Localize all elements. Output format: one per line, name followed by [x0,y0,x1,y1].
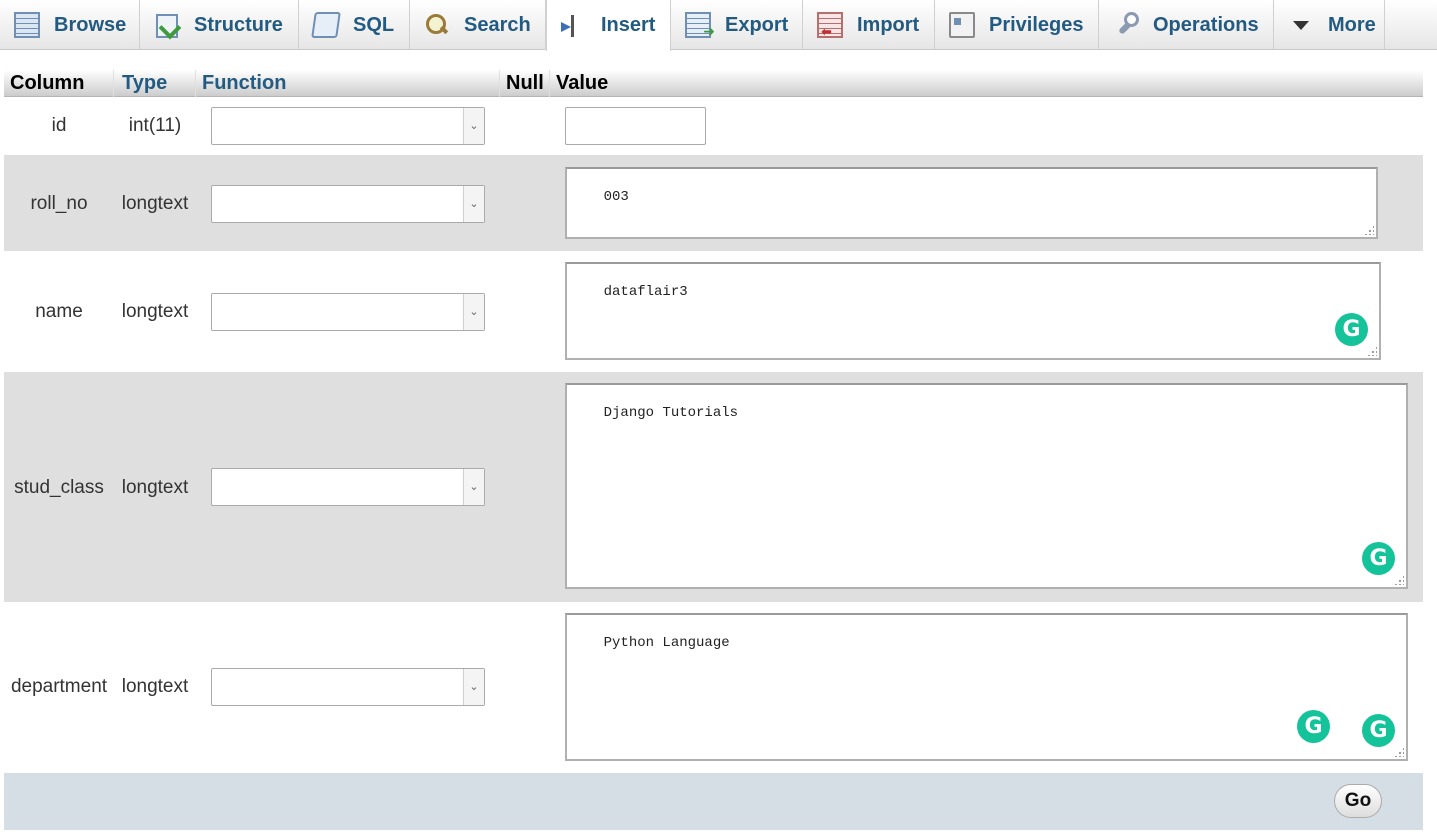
value-textarea[interactable]: Python Language G G [565,613,1408,761]
column-name: id [51,115,67,136]
browse-icon [14,12,40,38]
structure-icon [154,12,180,38]
grammarly-icon[interactable]: G [1335,313,1368,346]
go-button[interactable]: Go [1334,784,1382,818]
function-select[interactable]: ⌄ [211,468,485,506]
function-select[interactable]: ⌄ [211,293,485,331]
column-type: longtext [121,676,189,697]
tab-import-label: Import [857,13,920,36]
tab-search[interactable]: Search [410,0,546,50]
tab-insert-label: Insert [601,14,656,36]
tab-structure[interactable]: Structure [140,0,299,50]
tab-structure-label: Structure [194,13,283,36]
tab-operations[interactable]: Operations [1099,0,1274,50]
privileges-icon [949,12,975,38]
function-select[interactable]: ⌄ [211,107,485,145]
value-textarea[interactable]: dataflair3 G [565,262,1381,360]
export-icon [685,12,715,40]
value-textarea-text: dataflair3 [603,284,688,300]
table-row: department longtext ⌄ Python Language G … [4,602,1423,773]
resize-grip-icon[interactable] [1364,225,1374,235]
tab-operations-label: Operations [1153,13,1259,36]
operations-icon [1113,12,1139,38]
tab-export-label: Export [725,13,789,36]
value-textarea-text: Django Tutorials [603,405,739,421]
table-row: id int(11) ⌄ [4,97,1423,155]
import-icon [817,12,843,40]
resize-grip-icon[interactable] [1394,747,1404,757]
search-icon [424,12,450,38]
value-textarea[interactable]: 003 [565,167,1378,239]
tab-import[interactable]: Import [803,0,935,50]
column-type: longtext [121,193,189,214]
resize-grip-icon[interactable] [1367,346,1377,356]
tab-privileges[interactable]: Privileges [935,0,1099,50]
chevron-down-icon: ⌄ [463,186,484,222]
resize-grip-icon[interactable] [1394,575,1404,585]
tab-search-label: Search [464,13,531,36]
tab-sql[interactable]: SQL [299,0,410,50]
column-type: int(11) [128,115,182,136]
header-value: Value [556,72,609,94]
tab-more-label: More [1328,13,1376,36]
dropdown-arrow-icon [1288,12,1314,38]
grammarly-icon[interactable]: G [1362,542,1395,575]
column-name: name [35,301,83,322]
insert-icon [561,13,587,39]
column-name: roll_no [30,193,88,214]
table-row: roll_no longtext ⌄ 003 [4,155,1423,251]
chevron-down-icon: ⌄ [463,469,484,505]
top-menu-tabs: Browse Structure SQL Search Insert Expor… [0,0,1437,51]
grammarly-icon[interactable]: G [1297,710,1330,743]
chevron-down-icon: ⌄ [463,108,484,144]
table-row: name longtext ⌄ dataflair3 G [4,251,1423,372]
column-type: longtext [121,477,189,498]
tab-export[interactable]: Export [671,0,803,50]
tab-privileges-label: Privileges [989,13,1084,36]
function-select[interactable]: ⌄ [211,185,485,223]
header-null: Null [500,70,550,97]
column-name: department [10,676,108,697]
insert-table-header: Column Type Function Null Value [4,70,1423,97]
column-name: stud_class [14,477,104,498]
column-type: longtext [121,301,189,322]
value-textarea-text: Python Language [603,635,730,651]
value-textarea-text: 003 [603,189,629,205]
sql-icon [311,12,341,38]
grammarly-icon[interactable]: G [1362,714,1395,747]
form-footer: Go [4,773,1423,830]
header-column: Column [4,70,114,97]
chevron-down-icon: ⌄ [463,294,484,330]
value-input[interactable] [565,107,706,145]
chevron-down-icon: ⌄ [463,669,484,705]
value-textarea[interactable]: Django Tutorials G [565,383,1408,589]
tab-insert[interactable]: Insert [546,0,671,51]
header-function[interactable]: Function [196,70,500,97]
tab-more[interactable]: More [1274,0,1385,50]
header-type[interactable]: Type [116,70,196,97]
function-select[interactable]: ⌄ [211,668,485,706]
tab-sql-label: SQL [353,13,395,36]
tab-browse-label: Browse [54,13,127,36]
table-row: stud_class longtext ⌄ Django Tutorials G [4,372,1423,602]
tab-browse[interactable]: Browse [0,0,140,50]
